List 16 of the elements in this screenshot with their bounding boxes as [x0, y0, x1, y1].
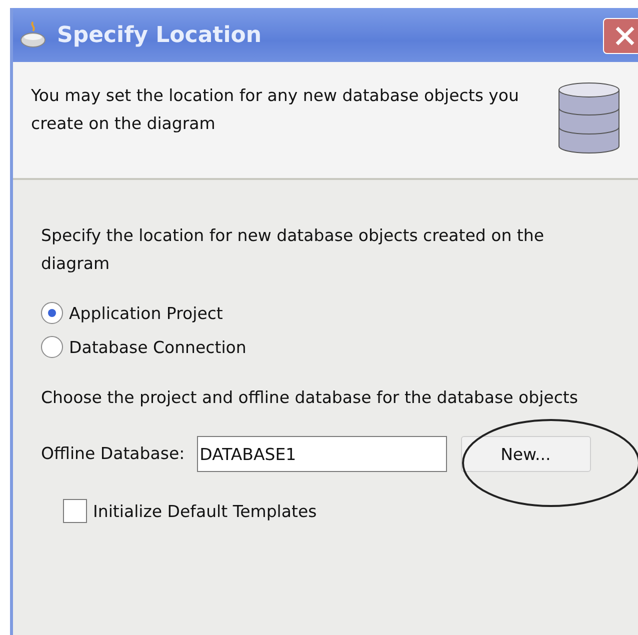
- field-label: Offline Database:: [41, 443, 185, 465]
- radio-option[interactable]: Database Connection: [41, 330, 621, 364]
- header-description: You may set the location for any new database objects you create on the diagram: [31, 85, 520, 135]
- database-icon: [557, 82, 621, 154]
- close-button[interactable]: [603, 18, 638, 54]
- radio-button[interactable]: [41, 336, 63, 358]
- project-prompt: Choose the project and offline database for the database objects: [41, 387, 579, 409]
- location-prompt: Specify the location for new database objects created on the diagram: [41, 225, 546, 275]
- close-icon: [614, 25, 636, 47]
- new-button[interactable]: New...: [460, 436, 591, 472]
- checkbox[interactable]: [63, 499, 87, 523]
- radio-option[interactable]: Application Project: [41, 296, 621, 330]
- radio-button[interactable]: [41, 302, 63, 324]
- window-title: Specify Location: [57, 22, 262, 48]
- offline-database-field[interactable]: DATABASE1: [196, 436, 447, 472]
- checkbox-option[interactable]: Initialize Default Templates: [63, 494, 621, 528]
